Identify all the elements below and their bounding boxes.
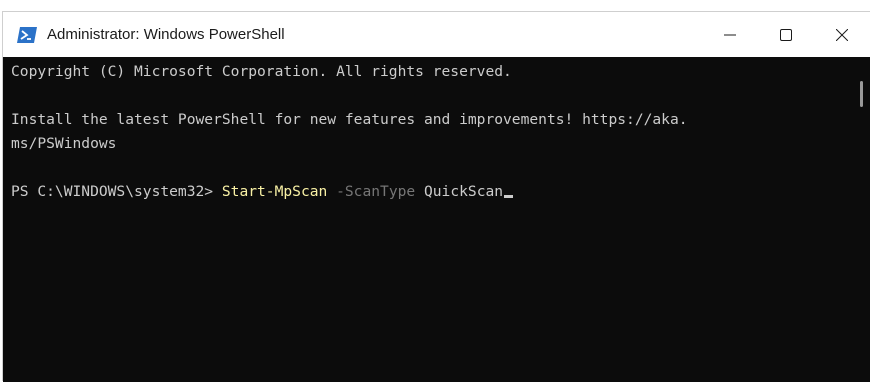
minimize-button[interactable] xyxy=(702,12,758,57)
caption-buttons xyxy=(702,12,870,57)
close-button[interactable] xyxy=(814,12,870,57)
close-icon xyxy=(836,28,848,41)
console-line: Install the latest PowerShell for new fe… xyxy=(11,111,688,128)
console-output[interactable]: Copyright (C) Microsoft Corporation. All… xyxy=(3,57,855,382)
text-cursor xyxy=(504,195,514,198)
powershell-window: Administrator: Windows PowerShell Copyri… xyxy=(2,11,870,382)
maximize-button[interactable] xyxy=(758,12,814,57)
cmdlet-name: Start-MpScan xyxy=(221,183,328,200)
console-line: Copyright (C) Microsoft Corporation. All… xyxy=(11,63,512,80)
prompt: PS C:\WINDOWS\system32> xyxy=(11,183,222,200)
title-bar[interactable]: Administrator: Windows PowerShell xyxy=(3,12,870,57)
console-line: ms/PSWindows xyxy=(11,135,117,152)
command-line[interactable]: PS C:\WINDOWS\system32> Start-MpScan -Sc… xyxy=(11,180,855,204)
minimize-icon xyxy=(724,34,736,35)
powershell-icon xyxy=(17,26,37,43)
cmdlet-argument: QuickScan xyxy=(415,183,504,200)
vertical-scrollbar[interactable] xyxy=(854,57,870,382)
maximize-icon xyxy=(780,28,792,41)
window-title: Administrator: Windows PowerShell xyxy=(47,26,285,43)
cmdlet-parameter: -ScanType xyxy=(327,183,416,200)
scrollbar-thumb[interactable] xyxy=(860,81,863,107)
